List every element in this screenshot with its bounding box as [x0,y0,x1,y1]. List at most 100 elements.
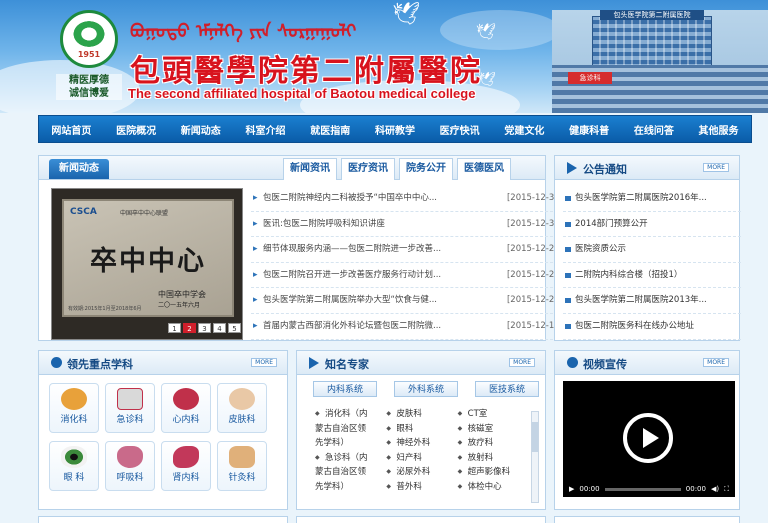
tab-medical-technology[interactable]: 医技系统 [475,381,539,397]
nav-qa[interactable]: 在线问答 [634,122,674,137]
expert-dept-link-cont[interactable]: 先学科） [315,480,386,495]
tab-news-info[interactable]: 新闻资讯 [283,158,337,180]
notice-item[interactable]: 包头医学院第二附属医院2013年... [563,288,741,314]
expert-dept-link-cont[interactable]: 蒙古自治区领 [315,465,386,480]
departments-more-button[interactable]: MORE [251,358,277,367]
news-item-title[interactable]: 包医二附院神经内二科被授予“中国卒中中心... [251,186,466,211]
play-icon[interactable] [623,413,673,463]
expert-dept-link[interactable]: 普外科 [386,480,457,495]
hospital-title-chinese: 包頭醫學院第二附屬醫院 [130,54,482,89]
nav-news[interactable]: 新闻动态 [181,122,221,137]
news-item-title[interactable]: 包头医学院第二附属医院举办大型“饮食与健... [251,288,466,313]
experts-marker-icon [309,357,319,369]
hospital-logo[interactable]: 1951 [60,10,118,68]
nav-research[interactable]: 科研教学 [375,122,415,137]
slider-page-1[interactable]: 1 [168,323,181,333]
volume-icon[interactable]: ◀) [711,485,719,493]
stomach-icon [61,388,87,410]
notice-item[interactable]: 包头医学院第二附属医院2016年... [563,186,741,212]
plaque-validity: 有效期:2015年1月至2018年6月 [68,306,142,312]
news-item[interactable]: 医讯:包医二附院呼吸科知识讲座 [2015-12-30] [251,212,563,238]
tab-surgery[interactable]: 外科系统 [394,381,458,397]
hospital-motto: 精医厚德 诚信博爱 [56,74,122,100]
notice-item[interactable]: 医院资质公示 [563,237,741,263]
news-item-title[interactable]: 医讯:包医二附院呼吸科知识讲座 [251,212,466,237]
news-panel-header: 新闻动态 新闻资讯 医疗资讯 院务公开 医德医风 [39,156,545,180]
expert-dept-link[interactable]: 妇产科 [386,451,457,466]
expert-dept-link[interactable]: 泌尿外科 [386,465,457,480]
nav-departments[interactable]: 科室介绍 [246,122,286,137]
notice-item[interactable]: 包医二附院医务科在线办公地址 [563,314,741,340]
notice-item[interactable]: 2014部门预算公开 [563,212,741,238]
news-item[interactable]: 细节体现服务内涵——包医二附院进一步改善... [2015-12-25] [251,237,563,263]
plaque-org-name: 中国卒中学会 [158,290,206,299]
expert-dept-link[interactable]: 放射科 [458,451,529,466]
tab-medical-ethics[interactable]: 医德医风 [457,158,511,180]
news-photo-slider[interactable]: CSCA 中国卒中中心联盟 卒中中心 中国卒中学会 二〇一五年六月 有效期:20… [51,188,243,340]
site-header: 1951 精医厚德 诚信博爱 ᠪᠣᠭᠣᠲᠣ ᠡᠮᠨᠡᠯᠭᠡ ᠶᠢᠨ ᠰᠤᠷᠭᠠᠭ… [0,0,768,113]
expert-dept-link-cont[interactable]: 先学科） [315,436,386,451]
nav-other-services[interactable]: 其他服务 [699,122,739,137]
expert-dept-link[interactable]: 急诊科（内 [315,451,386,466]
expert-dept-link[interactable]: 超声影像科 [458,465,529,480]
experts-section-title: 知名专家 [325,358,369,371]
dept-respiratory[interactable]: 呼吸科 [105,441,155,491]
video-controls: ▶ 00:00 00:00 ◀) ⛶ [563,481,735,497]
dept-emergency[interactable]: 急诊科 [105,383,155,433]
notice-item[interactable]: 二附院内科综合楼（招投1） [563,263,741,289]
experts-more-button[interactable]: MORE [509,358,535,367]
main-nav: 网站首页 医院概况 新闻动态 科室介绍 就医指南 科研教学 医疗快讯 党建文化 … [38,115,752,143]
video-player[interactable]: ▶ 00:00 00:00 ◀) ⛶ [563,381,735,497]
experts-scrollbar-thumb[interactable] [532,422,538,452]
experts-scrollbar[interactable] [531,411,539,503]
notice-more-button[interactable]: MORE [703,163,729,172]
dept-cardiology[interactable]: 心内科 [161,383,211,433]
expert-dept-link[interactable]: CT室 [458,407,529,422]
news-item-title[interactable]: 首届内蒙古西部消化外科论坛暨包医二附院微... [251,314,466,339]
tab-internal-medicine[interactable]: 内科系统 [313,381,377,397]
news-item-title[interactable]: 包医二附院召开进一步改善医疗服务行动计划... [251,263,466,288]
expert-dept-link[interactable]: 皮肤科 [386,407,457,422]
heart-icon [173,388,199,410]
tab-hospital-affairs[interactable]: 院务公开 [399,158,453,180]
video-progress-bar[interactable] [604,487,681,491]
notice-panel: 公告通知 MORE 包头医学院第二附属医院2016年... 2014部门预算公开… [554,155,741,341]
expert-dept-link[interactable]: 放疗科 [458,436,529,451]
dept-label: 针灸科 [228,473,256,483]
expert-dept-link[interactable]: 消化科（内 [315,407,386,422]
dept-ophthalmology[interactable]: 眼 科 [49,441,99,491]
nav-health-science[interactable]: 健康科普 [569,122,609,137]
play-small-icon[interactable]: ▶ [569,485,574,493]
nav-medical-news[interactable]: 医疗快讯 [440,122,480,137]
news-item[interactable]: 首届内蒙古西部消化外科论坛暨包医二附院微... [2015-12-19] [251,314,563,340]
nav-guide[interactable]: 就医指南 [310,122,350,137]
tab-medical-info[interactable]: 医疗资讯 [341,158,395,180]
csca-logo-subtitle: 中国卒中中心联盟 [120,210,169,217]
dept-dermatology[interactable]: 皮肤科 [217,383,267,433]
expert-dept-link-cont[interactable]: 蒙古自治区领 [315,422,386,437]
expert-dept-link[interactable]: 神经外科 [386,436,457,451]
expert-dept-link[interactable]: 眼科 [386,422,457,437]
expert-dept-link[interactable]: 体检中心 [458,480,529,495]
nav-overview[interactable]: 医院概况 [116,122,156,137]
logo-emblem-icon [71,19,107,49]
video-more-button[interactable]: MORE [703,358,729,367]
slider-page-4[interactable]: 4 [213,323,226,333]
video-marker-icon [567,357,578,368]
slider-page-3[interactable]: 3 [198,323,211,333]
nav-party-culture[interactable]: 党建文化 [504,122,544,137]
news-item-title[interactable]: 细节体现服务内涵——包医二附院进一步改善... [251,237,466,262]
slider-page-5[interactable]: 5 [228,323,241,333]
dept-nephrology[interactable]: 肾内科 [161,441,211,491]
experts-list: 消化科（内 蒙古自治区领 先学科） 急诊科（内 蒙古自治区领 先学科） 皮肤科 … [315,407,529,503]
dept-acupuncture[interactable]: 针灸科 [217,441,267,491]
news-item[interactable]: 包头医学院第二附属医院举办大型“饮食与健... [2015-12-20] [251,288,563,314]
dept-gastroenterology[interactable]: 消化科 [49,383,99,433]
news-item[interactable]: 包医二附院神经内二科被授予“中国卒中中心... [2015-12-30] [251,186,563,212]
expert-dept-link[interactable]: 核磁室 [458,422,529,437]
news-panel: 新闻动态 新闻资讯 医疗资讯 院务公开 医德医风 CSCA 中国卒中中心联盟 卒… [38,155,563,341]
slider-page-2[interactable]: 2 [183,323,196,333]
news-item[interactable]: 包医二附院召开进一步改善医疗服务行动计划... [2015-12-22] [251,263,563,289]
fullscreen-icon[interactable]: ⛶ [724,485,729,494]
nav-home[interactable]: 网站首页 [51,122,91,137]
